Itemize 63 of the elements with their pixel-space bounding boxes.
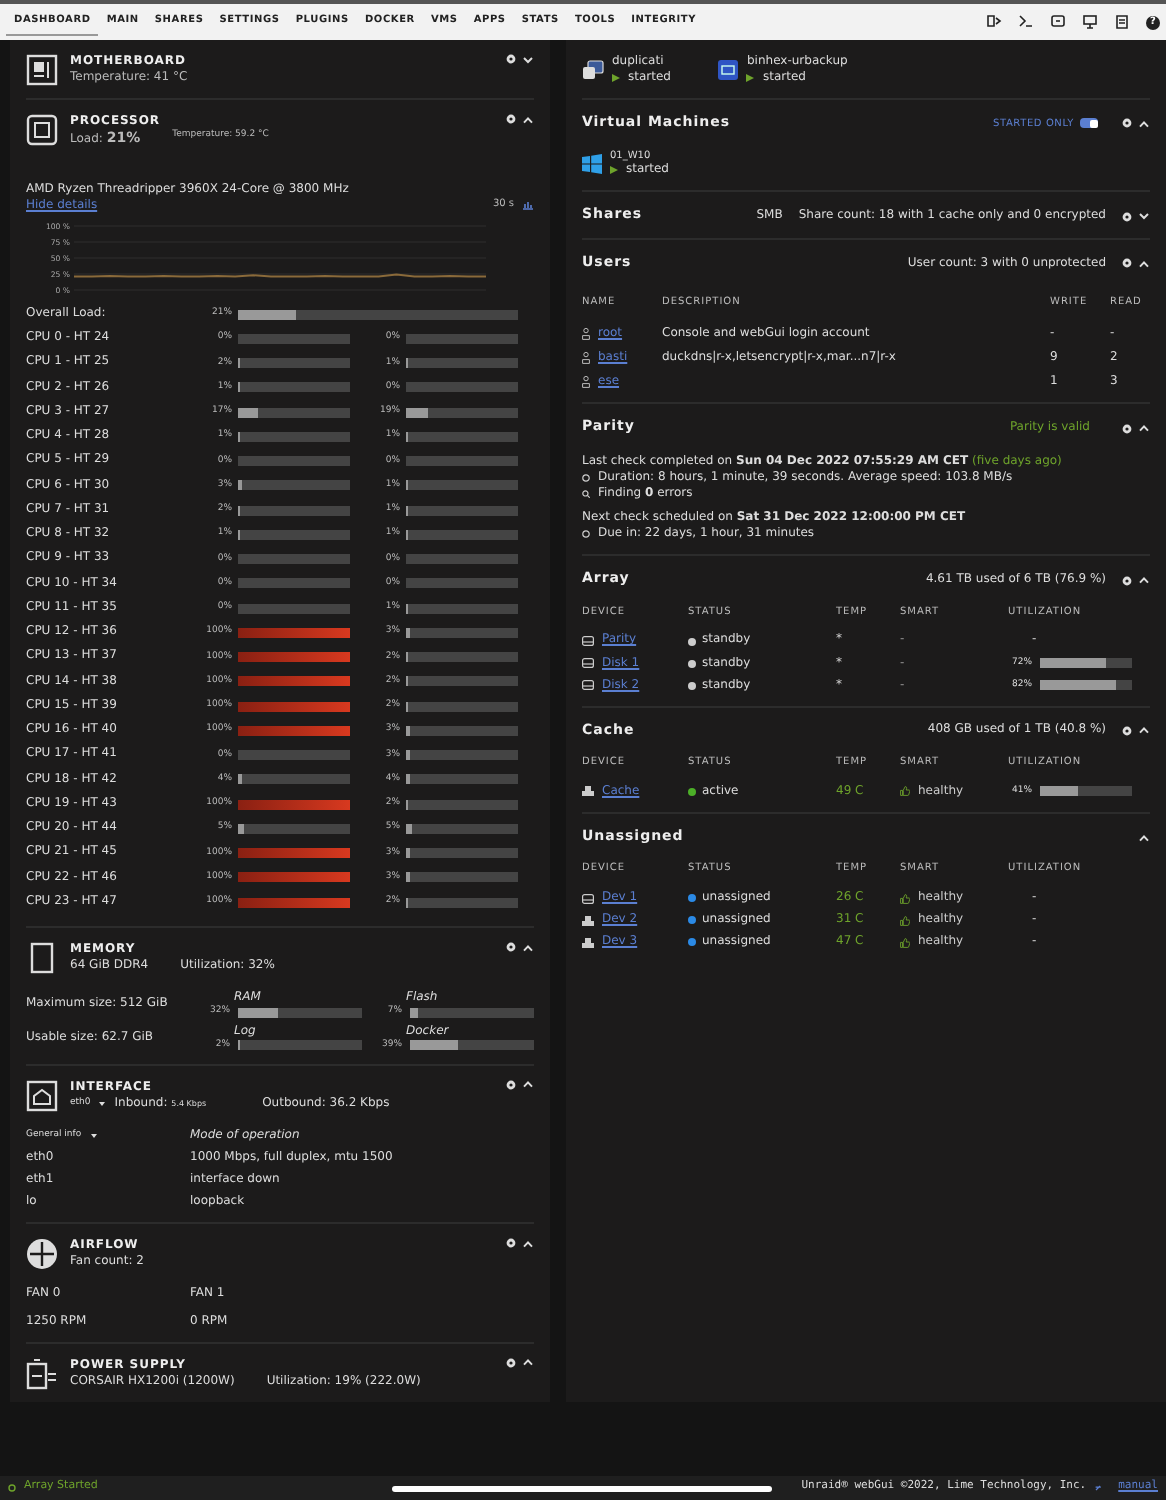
chevron-up-icon[interactable] [522, 1358, 534, 1367]
hdd-icon [582, 680, 594, 691]
thumbs-up-icon [900, 915, 910, 926]
feedback-icon[interactable] [1050, 14, 1066, 30]
hdd-icon [582, 893, 594, 904]
processor-icon [26, 114, 58, 147]
fan-icon [26, 1238, 58, 1271]
settings-icon[interactable] [506, 942, 516, 953]
settings-icon[interactable] [1122, 258, 1132, 269]
clock-icon [582, 473, 590, 482]
motherboard-icon [26, 54, 58, 86]
notes-icon[interactable] [1114, 14, 1130, 30]
user-icon [582, 328, 590, 341]
settings-icon[interactable] [1122, 725, 1132, 736]
terminal-icon[interactable] [1018, 14, 1034, 30]
chevron-up-icon[interactable] [522, 1239, 534, 1248]
caret-icon [98, 1099, 107, 1108]
windows-icon [582, 154, 602, 175]
settings-icon[interactable] [1122, 423, 1132, 434]
app-icon [582, 60, 604, 81]
chevron-up-icon[interactable] [522, 943, 534, 952]
status-icon [8, 1483, 16, 1492]
chevron-down-icon[interactable] [1138, 212, 1150, 221]
play-icon [612, 74, 620, 83]
settings-icon[interactable] [506, 54, 516, 64]
clock-icon [582, 530, 590, 539]
link-icon [1094, 1484, 1103, 1492]
chart-icon[interactable] [522, 200, 534, 211]
ssd-icon [582, 786, 594, 797]
settings-icon[interactable] [506, 1079, 516, 1090]
settings-icon[interactable] [506, 1238, 516, 1249]
thumbs-up-icon [900, 937, 910, 948]
filter-switch[interactable] [1080, 118, 1098, 129]
thumbs-up-icon [900, 893, 910, 904]
chevron-up-icon[interactable] [1138, 259, 1150, 268]
chevron-up-icon[interactable] [1138, 576, 1150, 584]
battery-icon [26, 1357, 58, 1390]
memory-icon [26, 942, 58, 975]
settings-icon[interactable] [1122, 211, 1132, 222]
thumbs-up-icon [900, 786, 910, 797]
user-icon [582, 352, 590, 365]
play-icon [746, 74, 755, 83]
settings-icon[interactable] [506, 114, 516, 125]
app-icon [718, 60, 739, 81]
settings-icon[interactable] [1122, 575, 1132, 585]
chevron-up-icon[interactable] [1138, 424, 1150, 433]
user-icon [582, 376, 590, 389]
chevron-down-icon[interactable] [522, 55, 534, 63]
chevron-up-icon[interactable] [522, 115, 534, 124]
chevron-up-icon[interactable] [1138, 119, 1150, 128]
monitor-icon[interactable] [1082, 14, 1098, 30]
chevron-up-icon[interactable] [522, 1080, 534, 1089]
hdd-icon [582, 658, 594, 669]
network-icon [26, 1079, 58, 1112]
settings-icon[interactable] [506, 1357, 516, 1368]
logout-icon[interactable] [986, 14, 1002, 30]
caret-icon [89, 1131, 98, 1140]
chevron-up-icon[interactable] [1138, 726, 1150, 735]
play-icon [610, 166, 618, 175]
chevron-up-icon[interactable] [1138, 833, 1150, 842]
search-icon [582, 490, 590, 499]
settings-icon[interactable] [1122, 118, 1132, 129]
hdd-icon [582, 636, 594, 647]
